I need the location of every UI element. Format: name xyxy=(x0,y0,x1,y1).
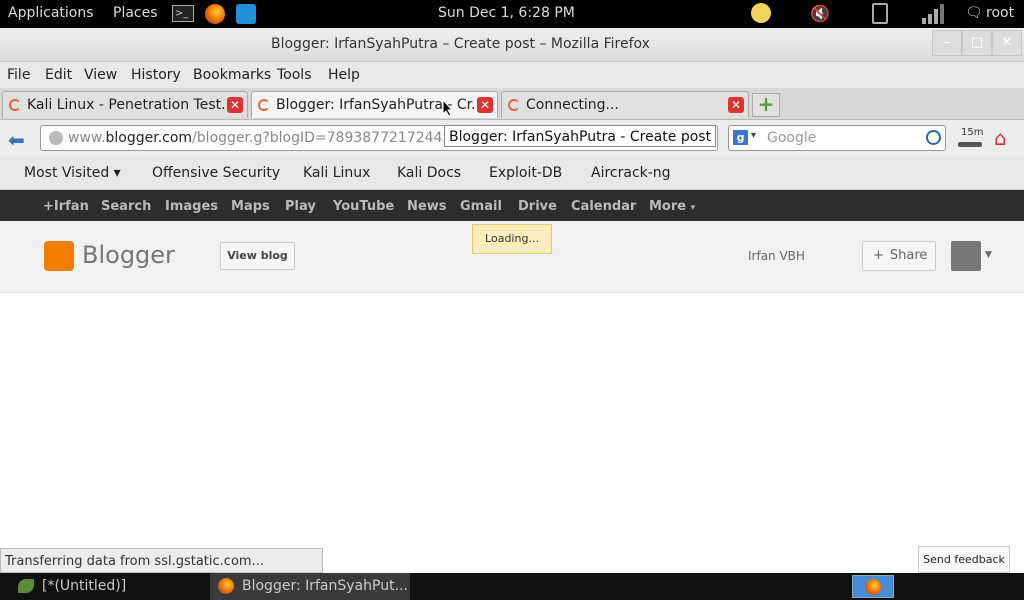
loading-notice: Loading... xyxy=(472,224,552,254)
google-bar: +Irfan Search Images Maps Play YouTube N… xyxy=(0,190,1024,221)
applications-menu[interactable]: Applications xyxy=(8,5,94,21)
taskbar: [*(Untitled)] Blogger: IrfanSyahPut... xyxy=(0,573,1024,600)
bookmark-aircrack-ng[interactable]: Aircrack-ng xyxy=(573,165,671,181)
gbar-more[interactable]: More ▾ xyxy=(649,199,695,214)
tab-connecting[interactable]: Connecting... ✕ xyxy=(501,91,749,118)
loading-spinner-icon xyxy=(258,99,270,111)
gbar-maps[interactable]: Maps xyxy=(231,199,270,214)
gbar-gmail[interactable]: Gmail xyxy=(460,199,502,214)
plus-icon: + xyxy=(873,248,884,263)
bookmarks-toolbar: Most Visited ▾ Offensive Security Kali L… xyxy=(0,156,1024,190)
new-tab-button[interactable]: + xyxy=(752,93,780,117)
blogger-logo-text[interactable]: Blogger xyxy=(82,241,175,269)
menu-help[interactable]: Help xyxy=(328,67,360,83)
bookmark-kali-linux[interactable]: Kali Linux xyxy=(285,165,370,181)
chevron-down-icon[interactable]: ▾ xyxy=(751,130,756,141)
site-identity-icon[interactable] xyxy=(49,131,63,145)
menu-bar: File Edit View History Bookmarks Tools H… xyxy=(0,62,1024,88)
user-menu[interactable]: root xyxy=(986,5,1014,21)
chat-icon[interactable]: 🗨 xyxy=(965,5,983,21)
mouse-cursor-icon xyxy=(442,99,454,117)
home-icon[interactable]: ⌂ xyxy=(994,126,1007,150)
tab-label: Connecting... xyxy=(526,97,619,113)
timer-label[interactable]: 15m xyxy=(961,127,983,138)
close-window-button[interactable]: ✕ xyxy=(992,30,1022,56)
task-firefox[interactable]: Blogger: IrfanSyahPut... xyxy=(210,573,410,600)
search-icon[interactable] xyxy=(926,130,941,145)
chevron-down-icon: ▾ xyxy=(113,165,121,181)
gbar-calendar[interactable]: Calendar xyxy=(571,199,636,214)
search-bar[interactable]: g ▾ Google xyxy=(728,125,946,151)
window-title-bar: Blogger: IrfanSyahPutra – Create post – … xyxy=(0,28,1024,62)
emoticon-icon[interactable] xyxy=(751,3,771,23)
clock[interactable]: Sun Dec 1, 6:28 PM xyxy=(438,5,575,21)
tab-label: Kali Linux - Penetration Test... xyxy=(27,97,235,113)
tab-kali-linux[interactable]: Kali Linux - Penetration Test... ✕ xyxy=(2,91,248,118)
gbar-youtube[interactable]: YouTube xyxy=(333,199,394,214)
gbar-plus[interactable]: +Irfan xyxy=(43,199,89,214)
blogger-logo-icon[interactable] xyxy=(44,241,74,271)
maximize-button[interactable]: □ xyxy=(962,30,992,56)
gbar-play[interactable]: Play xyxy=(285,199,316,214)
timer-bar-icon xyxy=(958,142,982,147)
tab-bar: Kali Linux - Penetration Test... ✕ Blogg… xyxy=(0,88,1024,120)
back-arrow-icon[interactable]: ⬅ xyxy=(8,128,25,152)
close-tab-icon[interactable]: ✕ xyxy=(728,97,744,113)
user-name[interactable]: Irfan VBH xyxy=(748,249,805,263)
close-tab-icon[interactable]: ✕ xyxy=(227,97,243,113)
leaf-app-icon xyxy=(18,579,34,593)
status-bar: Transferring data from ssl.gstatic.com..… xyxy=(0,548,323,573)
system-top-bar: Applications Places >_ Sun Dec 1, 6:28 P… xyxy=(0,0,1024,28)
loading-spinner-icon xyxy=(508,99,520,111)
tab-blogger[interactable]: Blogger: IrfanSyahPutra - Cr... ✕ xyxy=(251,91,498,118)
menu-file[interactable]: File xyxy=(7,67,30,83)
firefox-launcher-icon[interactable] xyxy=(205,4,225,24)
view-blog-button[interactable]: View blog xyxy=(220,242,295,270)
bookmark-most-visited[interactable]: Most Visited ▾ xyxy=(8,165,121,181)
chevron-down-icon: ▾ xyxy=(690,203,696,213)
search-placeholder: Google xyxy=(767,130,817,146)
google-engine-icon[interactable]: g xyxy=(733,130,748,145)
minimize-button[interactable]: – xyxy=(932,30,962,56)
firefox-icon xyxy=(865,579,881,595)
gbar-search[interactable]: Search xyxy=(101,199,151,214)
avatar[interactable] xyxy=(951,241,981,271)
chevron-down-icon[interactable]: ▼ xyxy=(985,250,992,260)
menu-view[interactable]: View xyxy=(84,67,117,83)
gbar-news[interactable]: News xyxy=(407,199,446,214)
teamviewer-icon[interactable] xyxy=(236,4,256,24)
loading-spinner-icon xyxy=(9,99,21,111)
task-untitled[interactable]: [*(Untitled)] xyxy=(0,573,210,600)
tab-tooltip: Blogger: IrfanSyahPutra - Create post xyxy=(444,125,717,147)
menu-edit[interactable]: Edit xyxy=(45,67,72,83)
menu-history[interactable]: History xyxy=(131,67,181,83)
close-tab-icon[interactable]: ✕ xyxy=(477,97,493,113)
share-button[interactable]: + Share xyxy=(862,241,936,271)
volume-icon[interactable]: 🔇 xyxy=(810,4,830,23)
clipboard-icon[interactable] xyxy=(872,3,888,24)
terminal-icon[interactable]: >_ xyxy=(172,5,194,22)
places-menu[interactable]: Places xyxy=(113,5,158,21)
url-text: www.blogger.com/blogger.g?blogID=7893877… xyxy=(68,130,452,146)
menu-bookmarks[interactable]: Bookmarks xyxy=(193,67,271,83)
workspace-switcher[interactable] xyxy=(852,575,894,598)
firefox-icon xyxy=(218,578,234,594)
menu-tools[interactable]: Tools xyxy=(277,67,312,83)
send-feedback-button[interactable]: Send feedback xyxy=(918,546,1010,573)
gbar-images[interactable]: Images xyxy=(165,199,218,214)
network-signal-icon[interactable] xyxy=(920,4,944,24)
window-title: Blogger: IrfanSyahPutra – Create post – … xyxy=(271,36,650,52)
gbar-drive[interactable]: Drive xyxy=(518,199,557,214)
bookmark-offensive-security[interactable]: Offensive Security xyxy=(134,165,280,181)
bookmark-exploit-db[interactable]: Exploit-DB xyxy=(471,165,562,181)
bookmark-kali-docs[interactable]: Kali Docs xyxy=(379,165,461,181)
